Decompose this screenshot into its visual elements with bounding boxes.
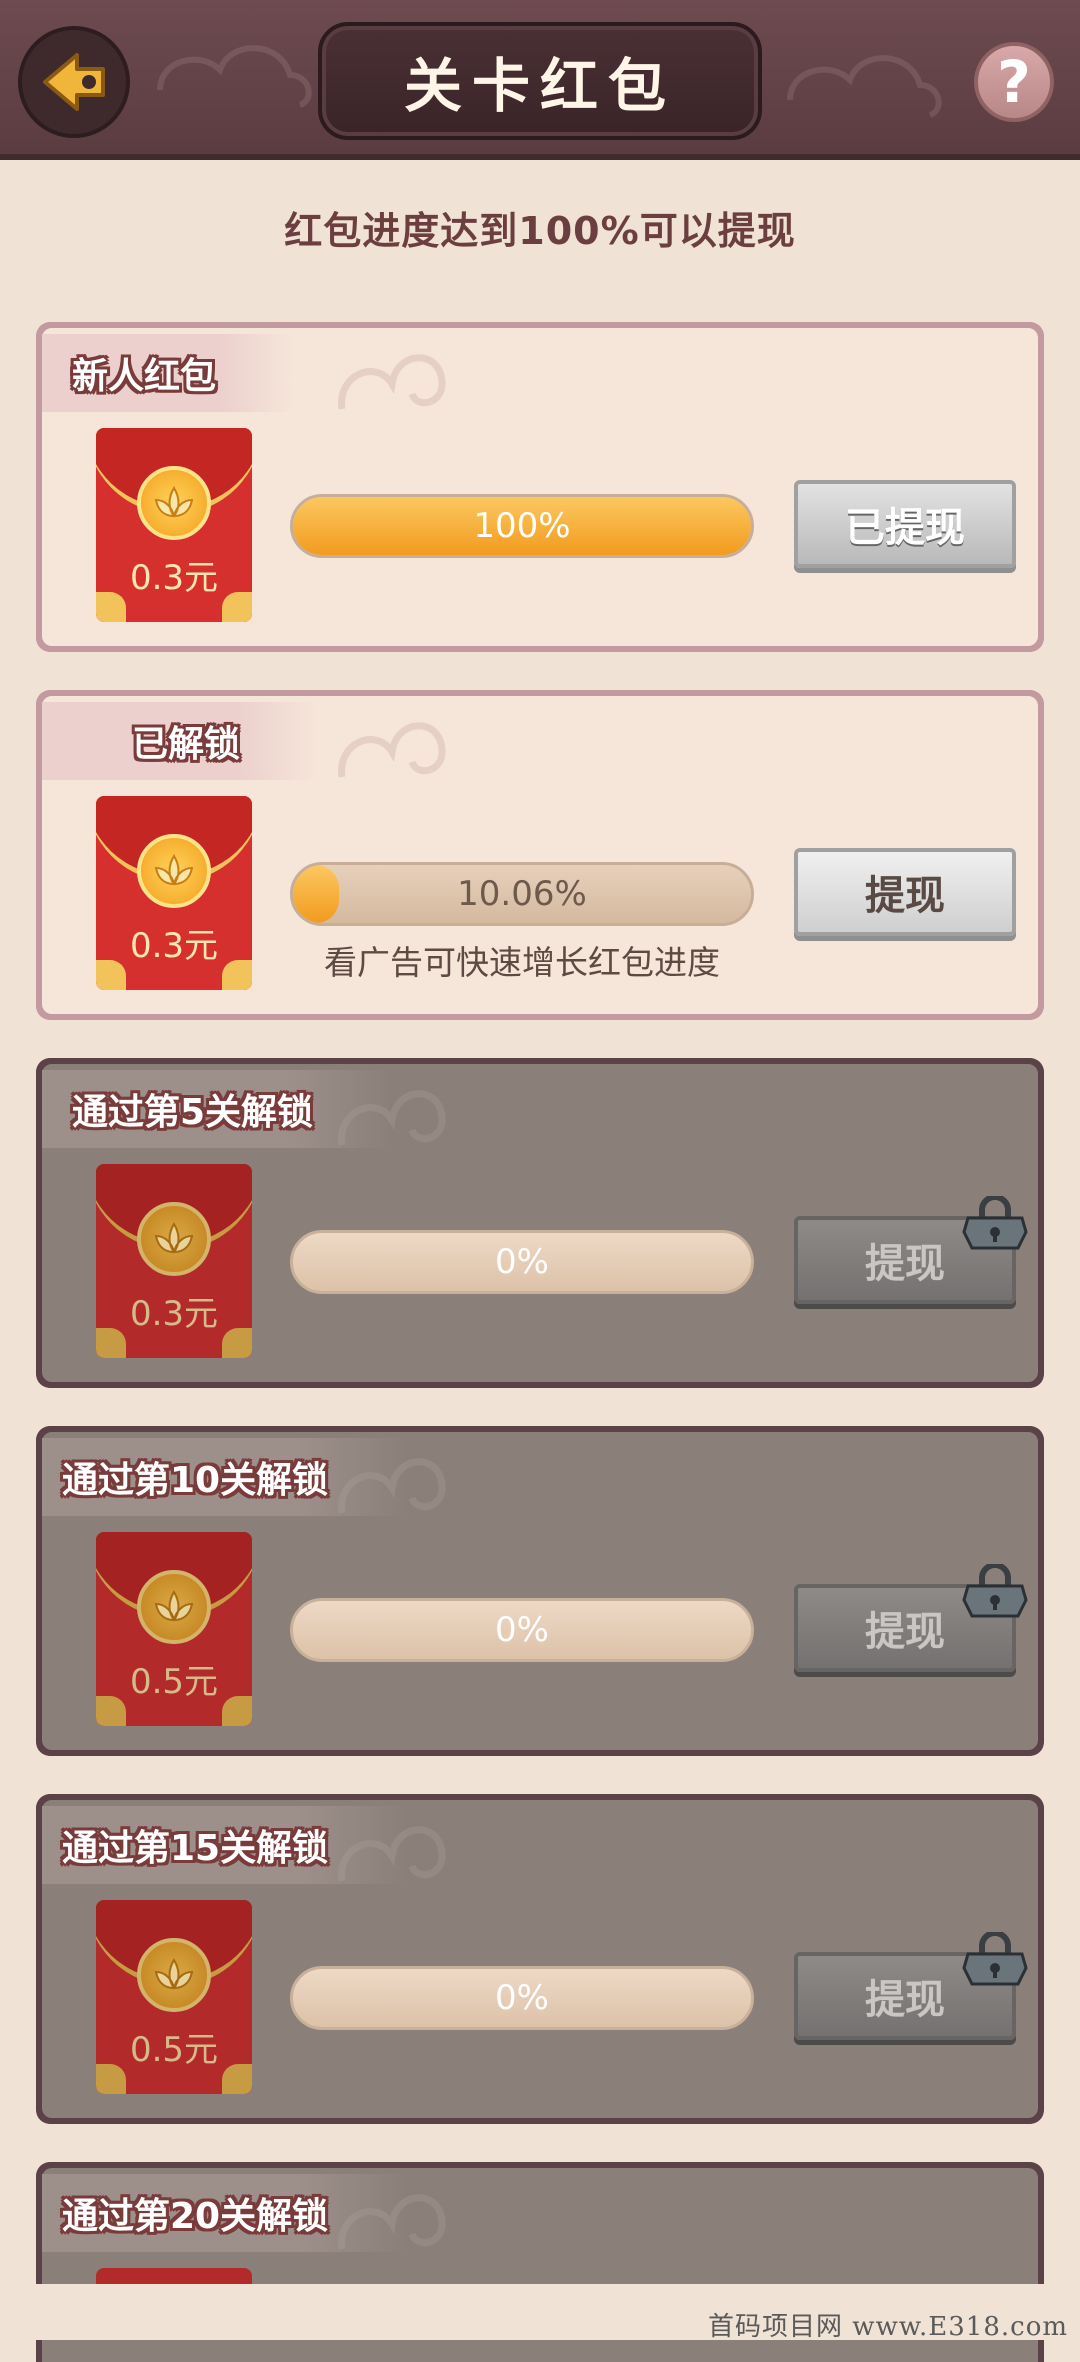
progress-bar: 100% [290,494,754,558]
progress-instruction: 红包进度达到100%可以提现 [284,209,796,253]
ad-hint-text: 看广告可快速增长红包进度 [324,943,720,982]
progress-percent: 0% [495,1978,549,2018]
envelope-amount: 0.5元 [129,2030,219,2070]
red-envelope: 0.5元 [96,1532,252,1726]
cloud-ornament-icon [338,354,446,410]
progress-percent: 100% [473,506,571,546]
lock-icon [962,1932,1028,1986]
title-plaque: 关卡红包 [318,22,762,140]
lotus-coin-icon [137,466,211,540]
top-bar: 关卡红包 ? [0,0,1080,160]
lotus-coin-icon [137,1938,211,2012]
progress-percent: 0% [495,1610,549,1650]
envelope-amount: 0.3元 [129,926,219,966]
envelope-amount: 0.3元 [129,558,219,598]
cloud-ornament-icon [787,55,942,118]
red-packet-card-locked: 通过第5关解锁 0.3元 0% 提现 [36,1058,1044,1388]
envelope-amount: 0.5元 [129,1662,219,1702]
progress-bar: 10.06% [290,862,754,926]
back-arrow-icon [43,53,105,111]
cloud-ornament-icon [338,1090,446,1146]
back-button[interactable] [18,26,130,138]
cloud-ornament-icon [338,2194,446,2250]
page-title: 关卡红包 [403,52,676,120]
lock-icon [962,1196,1028,1250]
progress-percent: 0% [495,1242,549,1282]
progress-bar: 0% [290,1598,754,1662]
red-envelope: 0.3元 [96,796,252,990]
red-packet-card: 已解锁 0.3元 10.06% 看广告可快速增长红包进度 提现 [36,690,1044,1020]
lock-icon [962,1564,1028,1618]
red-envelope: 0.5元 [96,1900,252,2094]
red-envelope: 0.3元 [96,428,252,622]
watermark-text: 首码项目网 www.E318.com [708,2312,1068,2342]
red-packet-card-locked: 通过第10关解锁 0.5元 0% 提现 [36,1426,1044,1756]
red-packet-card-locked: 通过第15关解锁 0.5元 0% 提现 [36,1794,1044,2124]
card-tab-label: 新人红包 [42,334,297,412]
question-mark-icon: ? [997,48,1031,116]
progress-bar: 0% [290,1966,754,2030]
progress-bar: 0% [290,1230,754,1294]
help-button[interactable]: ? [974,42,1054,122]
lotus-coin-icon [137,1570,211,1644]
card-tab-label: 已解锁 [42,702,321,780]
withdrawn-button[interactable]: 已提现 [794,480,1016,568]
envelope-amount: 0.3元 [129,1294,219,1334]
cloud-ornament-icon [157,45,312,108]
red-packet-card: 新人红包 0.3元 100% 已提现 [36,322,1044,652]
red-envelope: 0.3元 [96,1164,252,1358]
cloud-ornament-icon [338,722,446,778]
progress-percent: 10.06% [457,874,587,914]
withdraw-button[interactable]: 提现 [794,848,1016,936]
lotus-coin-icon [137,1202,211,1276]
lotus-coin-icon [137,834,211,908]
cloud-ornament-icon [338,1826,446,1882]
cloud-ornament-icon [338,1458,446,1514]
